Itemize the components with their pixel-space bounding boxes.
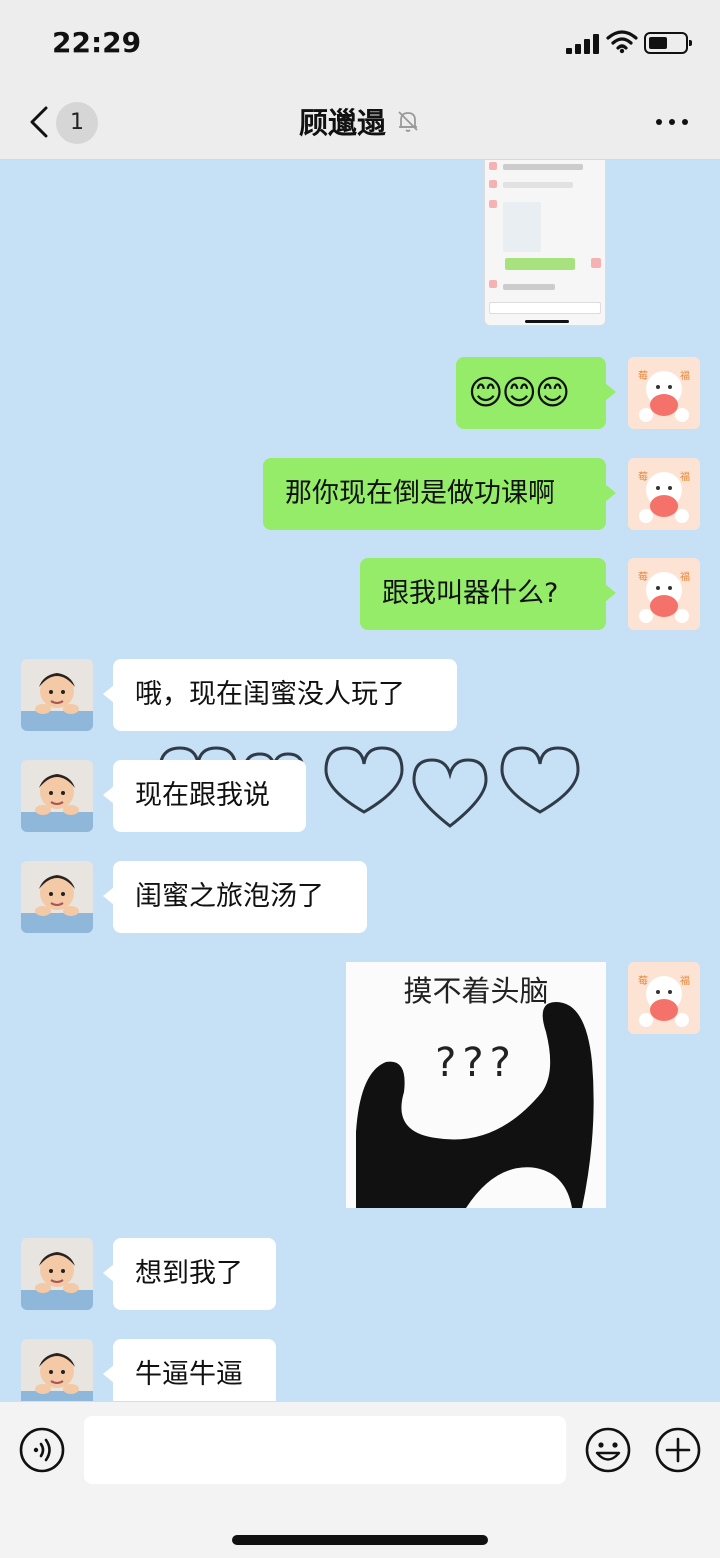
panda-arms-drawing xyxy=(356,1002,594,1208)
battery-icon xyxy=(644,32,692,54)
contact-avatar[interactable] xyxy=(21,1238,93,1310)
mute-bell-icon xyxy=(398,111,418,132)
message-input[interactable] xyxy=(84,1416,566,1484)
my-avatar[interactable] xyxy=(628,357,700,429)
contact-avatar[interactable] xyxy=(21,659,93,731)
wifi-icon xyxy=(606,30,638,54)
chat-title: 顾邋遢 xyxy=(298,106,386,140)
chat-input-bar xyxy=(0,1401,720,1558)
home-indicator[interactable] xyxy=(232,1535,488,1545)
sticker-image[interactable]: 摸不着头脑 ??? xyxy=(346,962,606,1208)
my-avatar[interactable] xyxy=(628,558,700,630)
cellular-signal-icon xyxy=(566,34,600,54)
message-bubble[interactable]: 那你现在倒是做功课啊 xyxy=(263,458,616,530)
message-bubble[interactable]: 想到我了 xyxy=(103,1238,276,1310)
navigation-header: 22:29 1 顾邋遢 xyxy=(0,0,720,160)
more-options-button[interactable] xyxy=(652,110,692,134)
message-bubble[interactable]: 哦，现在闺蜜没人玩了 xyxy=(103,659,457,731)
contact-avatar[interactable] xyxy=(21,861,93,933)
contact-avatar[interactable] xyxy=(21,760,93,832)
message-bubble[interactable]: 闺蜜之旅泡汤了 xyxy=(103,861,367,933)
my-avatar[interactable] xyxy=(628,962,700,1034)
emoji-button[interactable] xyxy=(584,1426,632,1474)
more-actions-button[interactable] xyxy=(654,1426,702,1474)
chat-screenshot-image[interactable] xyxy=(484,160,606,326)
message-bubble[interactable]: 现在跟我说 xyxy=(103,760,306,832)
message-bubble-emoji[interactable]: 😊😊😊 xyxy=(456,357,616,429)
message-bubble[interactable]: 跟我叫器什么? xyxy=(360,558,616,630)
chat-title-area: 顾邋遢 xyxy=(0,100,720,144)
status-time: 22:29 xyxy=(52,26,142,59)
voice-input-button[interactable] xyxy=(18,1426,66,1474)
my-avatar[interactable] xyxy=(628,458,700,530)
